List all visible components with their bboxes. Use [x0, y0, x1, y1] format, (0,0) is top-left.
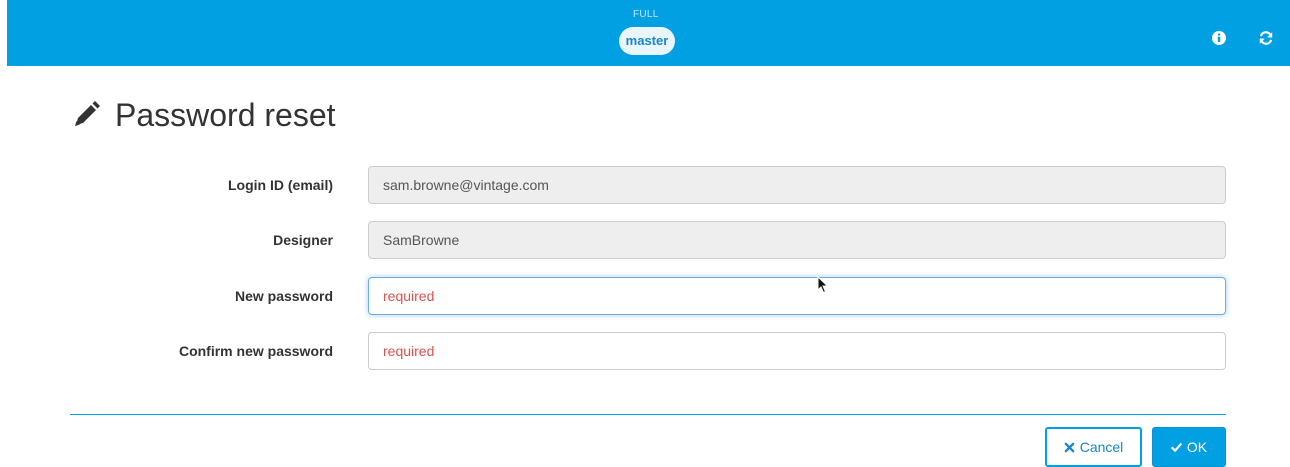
designer-row: Designer: [0, 221, 1290, 259]
confirm-password-field[interactable]: [368, 332, 1226, 370]
login-id-field[interactable]: [368, 166, 1226, 204]
designer-field[interactable]: [368, 221, 1226, 259]
pencil-icon: [75, 101, 100, 126]
mouse-cursor-icon: [817, 276, 829, 294]
top-bar: FULL master: [0, 0, 1290, 66]
new-password-row: New password: [0, 277, 1290, 315]
cancel-button-label: Cancel: [1079, 439, 1124, 455]
page-title: Password reset: [70, 92, 336, 138]
confirm-password-label: Confirm new password: [178, 343, 333, 359]
confirm-password-row: Confirm new password: [0, 332, 1290, 370]
login-id-row: Login ID (email): [0, 166, 1290, 204]
check-icon: [1171, 442, 1182, 452]
new-password-field[interactable]: [368, 277, 1226, 315]
page-title-text: Password reset: [115, 96, 336, 133]
top-bar-edge: [0, 0, 7, 66]
branch-badge[interactable]: master: [619, 27, 675, 55]
refresh-icon[interactable]: [1258, 30, 1274, 46]
new-password-label: New password: [234, 288, 333, 304]
info-icon[interactable]: [1211, 30, 1227, 46]
designer-label: Designer: [273, 232, 333, 248]
ok-button-label: OK: [1186, 439, 1208, 455]
environment-label: FULL: [633, 9, 659, 20]
login-id-label: Login ID (email): [228, 177, 333, 193]
times-icon: [1064, 442, 1075, 452]
cancel-button[interactable]: Cancel: [1045, 427, 1142, 467]
ok-button[interactable]: OK: [1152, 427, 1226, 467]
form-divider: [70, 414, 1226, 415]
